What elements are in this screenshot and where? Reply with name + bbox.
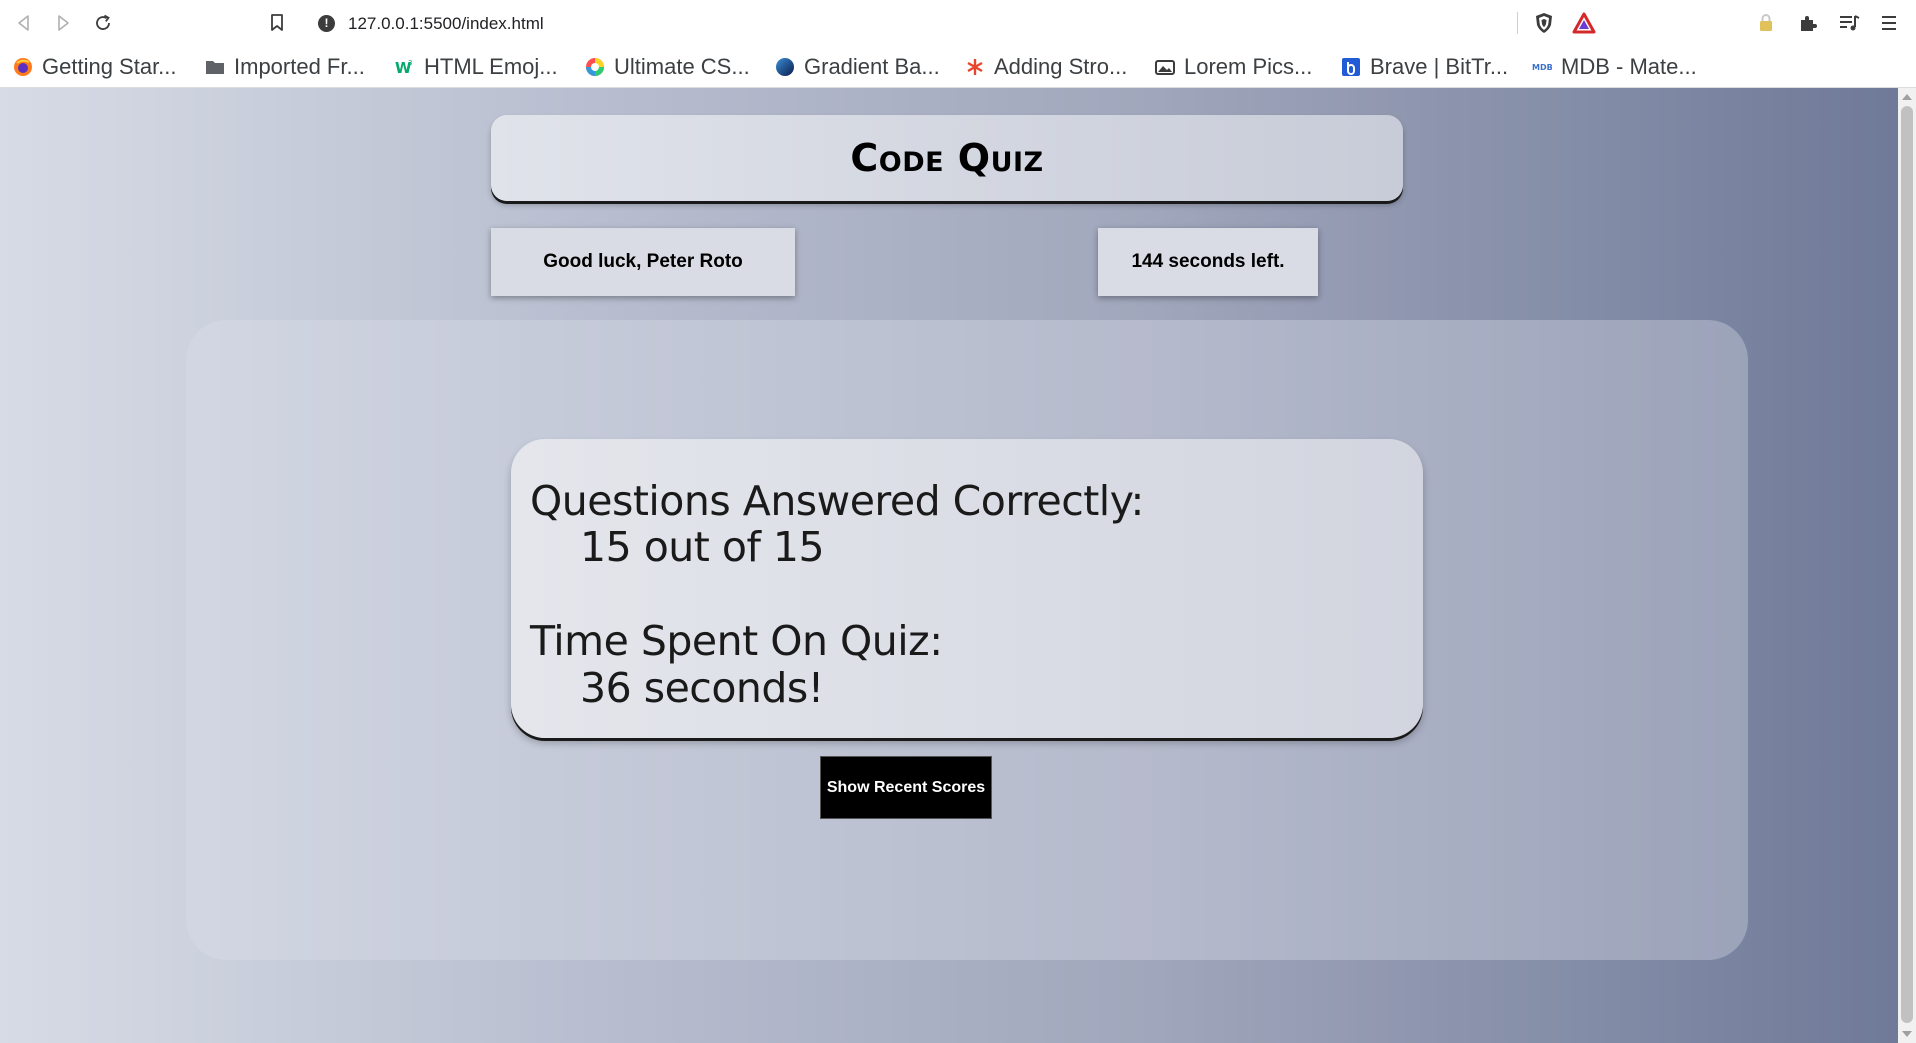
bookmarks-bar: Getting Star... Imported Fr... W3 HTML E… — [0, 46, 1916, 88]
time-spent-value: 36 seconds! — [580, 664, 824, 712]
forward-arrow-icon — [58, 15, 69, 31]
bookmark-label: Adding Stro... — [994, 54, 1128, 79]
bookmark-label: MDB - Mate... — [1561, 54, 1697, 79]
svg-text:MDB: MDB — [1532, 63, 1552, 72]
timer-box: 144 seconds left. — [1098, 228, 1318, 296]
extensions-icon[interactable] — [1795, 10, 1821, 36]
asterisk-icon — [967, 59, 983, 75]
page-viewport: Code Quiz Good luck, Peter Roto 144 seco… — [0, 88, 1898, 1043]
bookmark-page-button[interactable] — [264, 10, 290, 36]
bookmark-icon — [271, 14, 283, 31]
greeting-box: Good luck, Peter Roto — [491, 228, 795, 296]
bookmark-item[interactable]: W3 HTML Emoj... — [395, 52, 558, 82]
correct-answers-value: 15 out of 15 — [580, 523, 825, 571]
back-arrow-icon — [18, 15, 29, 31]
bookmark-item[interactable]: Brave | BitTr... — [1341, 52, 1508, 82]
scroll-down-arrow-icon[interactable] — [1902, 1031, 1912, 1037]
back-button[interactable] — [10, 9, 38, 37]
browser-toolbar: ! 127.0.0.1:5500/index.html — [0, 0, 1916, 46]
image-icon — [1155, 60, 1175, 75]
bookmark-label: HTML Emoj... — [424, 54, 558, 79]
w3schools-icon: W3 — [395, 59, 412, 77]
main-menu-icon[interactable] — [1876, 10, 1902, 36]
brave-shield-icon[interactable] — [1532, 11, 1556, 35]
url-separator — [1517, 12, 1518, 34]
site-info-icon[interactable]: ! — [318, 15, 335, 32]
scroll-up-arrow-icon[interactable] — [1902, 94, 1912, 100]
firefox-icon — [14, 58, 32, 76]
address-bar[interactable]: ! 127.0.0.1:5500/index.html — [302, 5, 1608, 41]
bookmark-item[interactable]: Lorem Pics... — [1155, 52, 1312, 82]
time-spent-label: Time Spent On Quiz: — [530, 617, 943, 665]
bookmark-label: Ultimate CS... — [614, 54, 750, 79]
results-card: Questions Answered Correctly: 15 out of … — [511, 439, 1423, 738]
color-wheel-icon — [586, 58, 604, 76]
bookmark-item[interactable]: Imported Fr... — [205, 52, 365, 82]
bookmark-label: Imported Fr... — [234, 54, 365, 79]
bookmark-item[interactable]: Ultimate CS... — [585, 52, 750, 82]
vertical-scrollbar[interactable] — [1898, 88, 1916, 1043]
reload-button[interactable] — [89, 9, 117, 37]
playlist-icon[interactable] — [1836, 10, 1862, 36]
vpn-lock-icon[interactable] — [1753, 10, 1779, 36]
quiz-header: Code Quiz — [491, 115, 1403, 201]
bookmark-label: Brave | BitTr... — [1370, 54, 1509, 79]
correct-answers-label: Questions Answered Correctly: — [530, 477, 1144, 525]
bookmark-label: Getting Star... — [42, 54, 177, 79]
brave-bittorrent-icon — [1342, 58, 1360, 76]
bookmark-item[interactable]: Getting Star... — [13, 52, 177, 82]
bookmark-item[interactable]: MDB MDB - Mate... — [1532, 52, 1697, 82]
bookmark-label: Lorem Pics... — [1184, 54, 1313, 79]
bookmark-label: Gradient Ba... — [804, 54, 940, 79]
mdb-icon: MDB — [1532, 63, 1552, 72]
folder-icon — [206, 61, 224, 74]
gradient-circle-icon — [776, 58, 794, 76]
show-recent-scores-button[interactable]: Show Recent Scores — [820, 756, 992, 819]
reload-icon — [96, 14, 110, 30]
forward-button[interactable] — [49, 9, 77, 37]
bookmark-item[interactable]: Gradient Ba... — [775, 52, 940, 82]
svg-text:3: 3 — [408, 59, 412, 67]
url-text[interactable]: 127.0.0.1:5500/index.html — [348, 14, 544, 34]
bookmark-item[interactable]: Adding Stro... — [965, 52, 1127, 82]
brave-rewards-icon[interactable] — [1572, 12, 1596, 34]
page-title: Code Quiz — [850, 136, 1044, 180]
scrollbar-thumb[interactable] — [1901, 106, 1913, 1023]
